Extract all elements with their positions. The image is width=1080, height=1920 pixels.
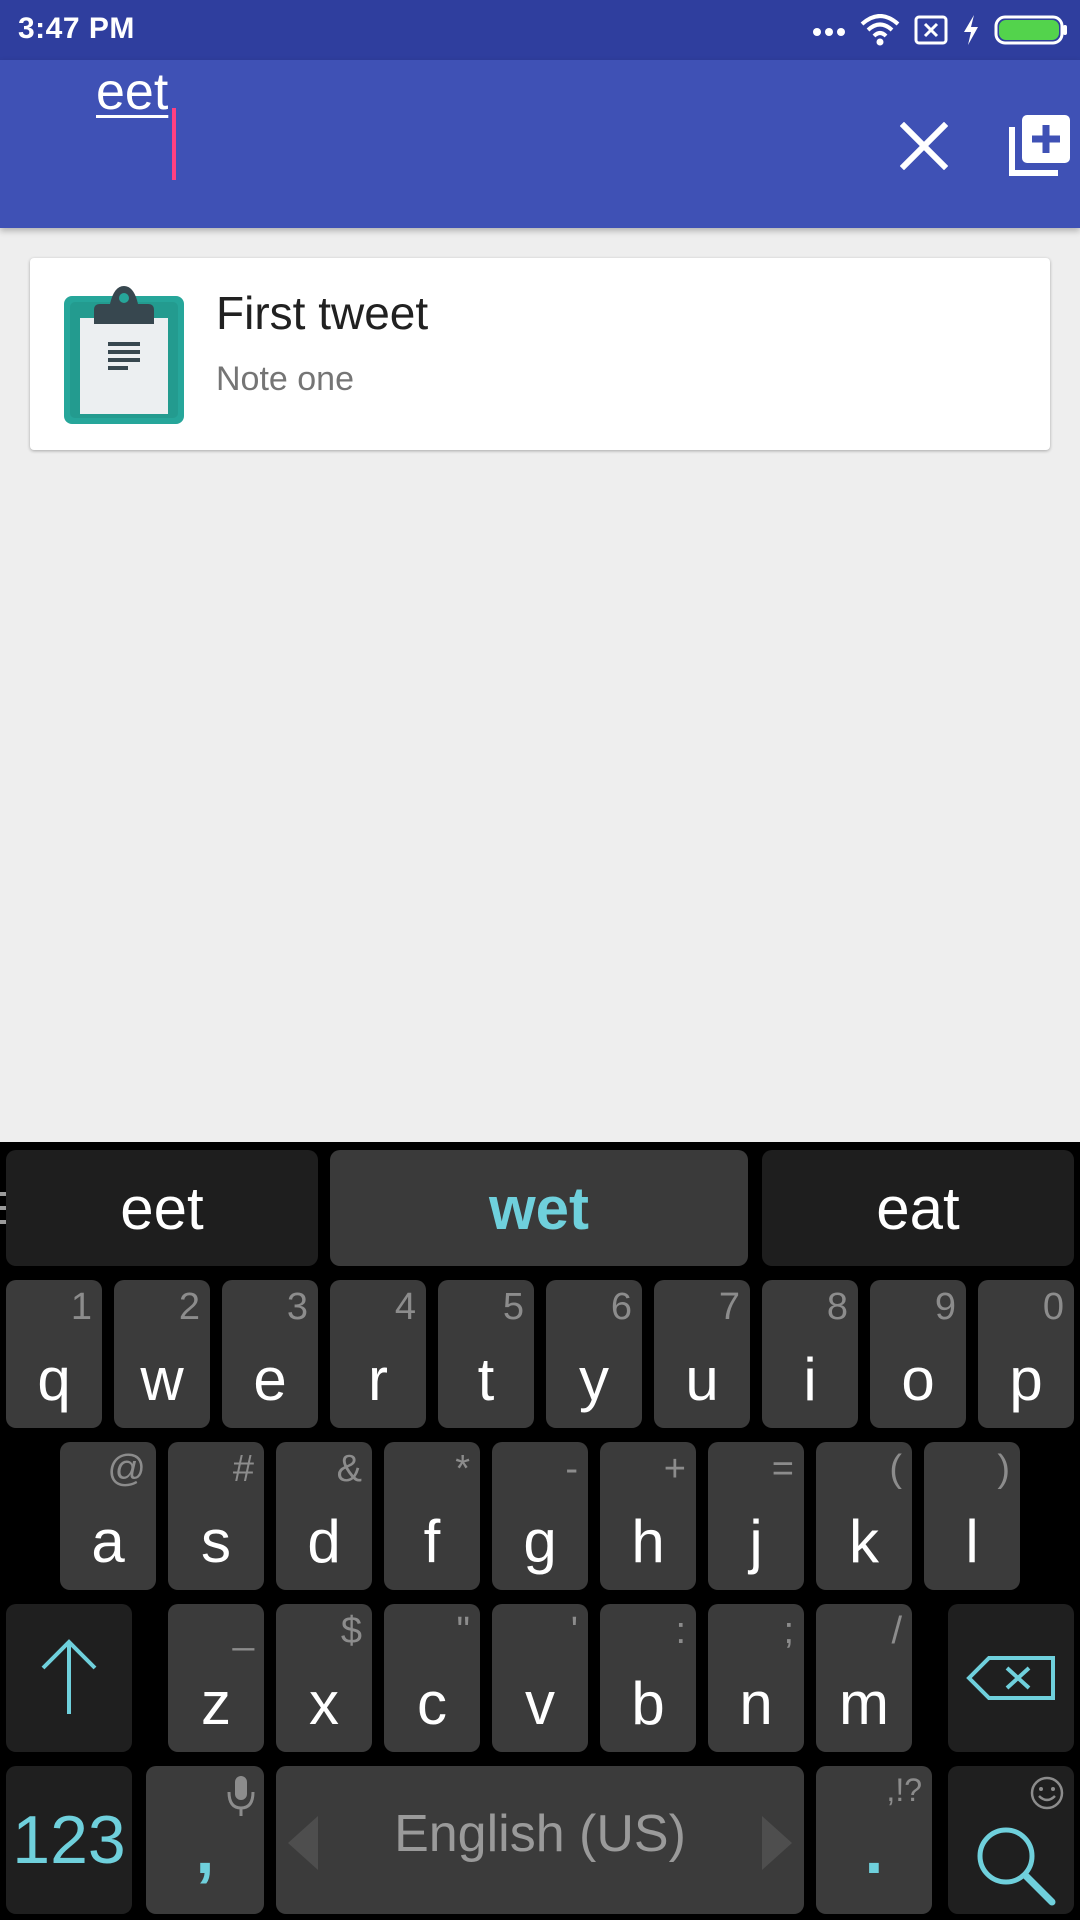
key-o[interactable]: 9o — [870, 1280, 966, 1428]
note-card[interactable]: First tweet Note one — [30, 258, 1050, 450]
key-r[interactable]: 4r — [330, 1280, 426, 1428]
key-h[interactable]: + h — [600, 1442, 696, 1590]
numbers-key[interactable]: 123 — [6, 1766, 132, 1914]
key-i[interactable]: 8i — [762, 1280, 858, 1428]
language-next-arrow-icon — [762, 1816, 792, 1870]
search-icon — [977, 1827, 1056, 1906]
suggestion-primary[interactable]: wet — [330, 1150, 748, 1266]
comma-key[interactable]: , — [146, 1766, 264, 1914]
suggestion-left[interactable]: eet — [6, 1150, 318, 1266]
key-n[interactable]: ; n — [708, 1604, 804, 1752]
key-w[interactable]: 2w — [114, 1280, 210, 1428]
clear-search-button[interactable] — [884, 106, 964, 186]
shift-arrow-icon — [41, 1639, 97, 1714]
status-time: 3:47 PM — [18, 12, 135, 45]
space-key-label: English (US) — [394, 1805, 686, 1863]
key-f[interactable]: * f — [384, 1442, 480, 1590]
charging-icon — [964, 15, 978, 45]
microphone-icon — [227, 1776, 255, 1816]
key-y[interactable]: 6y — [546, 1280, 642, 1428]
search-action-key[interactable] — [948, 1766, 1074, 1914]
key-z[interactable]: _ z — [168, 1604, 264, 1752]
key-c[interactable]: " c — [384, 1604, 480, 1752]
backspace-key[interactable] — [948, 1604, 1074, 1752]
library-add-icon — [1009, 115, 1070, 176]
key-e[interactable]: 3e — [222, 1280, 318, 1428]
numbers-key-label: 123 — [12, 1802, 126, 1878]
text-cursor — [172, 108, 176, 180]
battery-icon — [994, 15, 1067, 45]
note-title: First tweet — [216, 287, 429, 339]
key-k[interactable]: (k — [816, 1442, 912, 1590]
key-x[interactable]: $ x — [276, 1604, 372, 1752]
close-icon — [900, 122, 948, 170]
key-d[interactable]: & d — [276, 1442, 372, 1590]
more-notifications-icon — [813, 28, 845, 36]
key-l[interactable]: ) l — [924, 1442, 1020, 1590]
backspace-icon — [966, 1656, 1055, 1700]
key-a[interactable]: @ a — [60, 1442, 156, 1590]
key-u[interactable]: 7u — [654, 1280, 750, 1428]
key-b[interactable]: :b — [600, 1604, 696, 1752]
note-body: Note one — [216, 360, 354, 398]
suggestion-right[interactable]: eat — [762, 1150, 1074, 1266]
key-s[interactable]: # s — [168, 1442, 264, 1590]
status-bar: 3:47 PM — [0, 0, 1080, 60]
key-g[interactable]: -g — [492, 1442, 588, 1590]
period-hint: ,!? — [886, 1772, 922, 1808]
emoji-icon — [1030, 1776, 1064, 1810]
clipboard-note-icon — [64, 286, 184, 424]
period-label: . — [864, 1812, 884, 1888]
no-sim-icon — [914, 15, 948, 45]
key-j[interactable]: = j — [708, 1442, 804, 1590]
key-v[interactable]: ' v — [492, 1604, 588, 1752]
comma-label: , — [195, 1812, 215, 1888]
wifi-icon — [860, 14, 900, 46]
key-t[interactable]: 5t — [438, 1280, 534, 1428]
shift-key[interactable] — [6, 1604, 132, 1752]
status-icons — [812, 10, 1068, 50]
period-key[interactable]: ,!? . — [816, 1766, 932, 1914]
add-note-button[interactable] — [1000, 100, 1080, 190]
key-m[interactable]: / m — [816, 1604, 912, 1752]
space-key[interactable]: English (US) — [276, 1766, 804, 1914]
search-input[interactable]: eet — [96, 52, 168, 132]
key-q[interactable]: 1q — [6, 1280, 102, 1428]
key-p[interactable]: 0p — [978, 1280, 1074, 1428]
